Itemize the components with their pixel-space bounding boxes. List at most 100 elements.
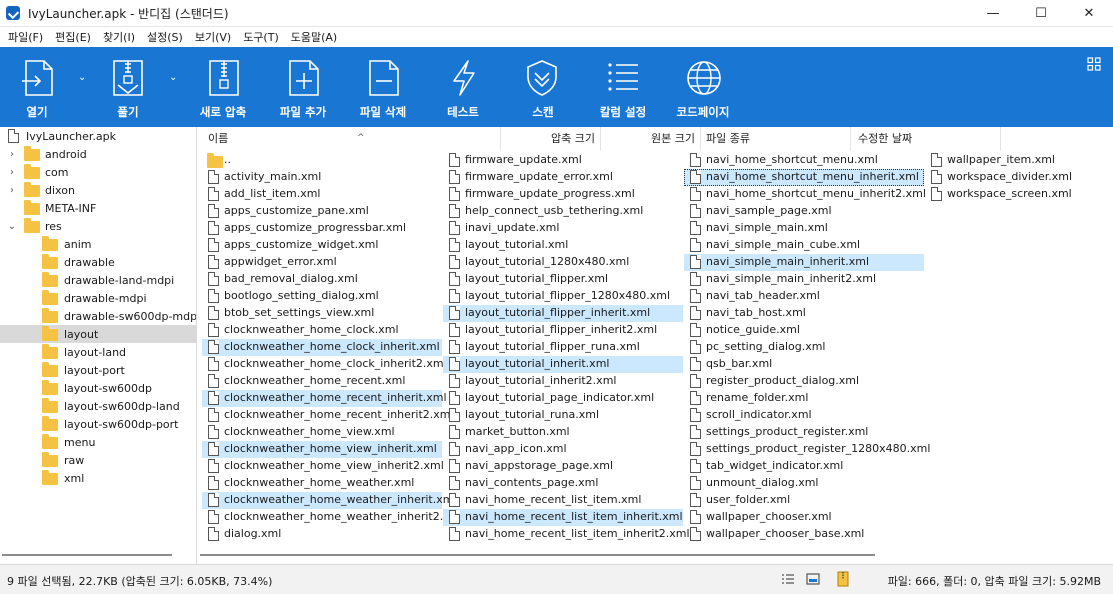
maximize-button[interactable]: ☐: [1017, 0, 1065, 27]
tree-horizontal-scrollbar[interactable]: [0, 546, 197, 564]
file-item[interactable]: navi_simple_main_inherit.xml: [684, 254, 924, 271]
file-item[interactable]: clocknweather_home_recent_inherit2.xml: [202, 407, 454, 424]
tree-item-xml[interactable]: xml: [0, 469, 196, 487]
scrollbar-thumb[interactable]: [200, 554, 875, 556]
menu-find[interactable]: 찾기(I): [97, 29, 141, 45]
tree-item-drawable-mdpi[interactable]: drawable-mdpi: [0, 289, 196, 307]
file-item[interactable]: layout_tutorial_flipper_1280x480.xml: [443, 288, 683, 305]
file-item[interactable]: navi_home_shortcut_menu_inherit2.xml: [684, 186, 926, 203]
file-item[interactable]: market_button.xml: [443, 424, 683, 441]
menu-settings[interactable]: 설정(S): [141, 29, 189, 45]
file-item[interactable]: navi_sample_page.xml: [684, 203, 924, 220]
menu-tools[interactable]: 도구(T): [237, 29, 285, 45]
file-item[interactable]: clocknweather_home_clock_inherit.xml: [202, 339, 442, 356]
file-item[interactable]: layout_tutorial_runa.xml: [443, 407, 683, 424]
file-item[interactable]: add_list_item.xml: [202, 186, 442, 203]
file-item[interactable]: firmware_update_progress.xml: [443, 186, 683, 203]
details-view-icon[interactable]: [781, 573, 795, 585]
file-item[interactable]: workspace_screen.xml: [925, 186, 1105, 203]
tree-item-layout-port[interactable]: layout-port: [0, 361, 196, 379]
file-item[interactable]: clocknweather_home_weather_inherit2.xml: [202, 509, 464, 526]
tree-item-layout-sw600dp-port[interactable]: layout-sw600dp-port: [0, 415, 196, 433]
tree-item-com[interactable]: › com: [0, 163, 196, 181]
file-item[interactable]: wallpaper_chooser.xml: [684, 509, 924, 526]
file-item[interactable]: scroll_indicator.xml: [684, 407, 924, 424]
tree-item-raw[interactable]: raw: [0, 451, 196, 469]
codepage-button[interactable]: 코드페이지: [672, 47, 736, 127]
file-item[interactable]: register_product_dialog.xml: [684, 373, 924, 390]
extract-dropdown-chevron-icon[interactable]: ⌄: [169, 72, 177, 83]
file-item[interactable]: navi_home_recent_list_item.xml: [443, 492, 683, 509]
parent-folder-item[interactable]: ..: [202, 152, 442, 169]
file-item[interactable]: layout_tutorial_inherit2.xml: [443, 373, 683, 390]
file-item[interactable]: navi_appstorage_page.xml: [443, 458, 683, 475]
tree-item-layout-sw600dp-land[interactable]: layout-sw600dp-land: [0, 397, 196, 415]
scan-button[interactable]: 스캔: [516, 47, 572, 127]
file-item[interactable]: tab_widget_indicator.xml: [684, 458, 924, 475]
file-item[interactable]: navi_simple_main.xml: [684, 220, 924, 237]
column-settings-button[interactable]: 칼럼 설정: [596, 47, 652, 127]
file-item[interactable]: apps_customize_pane.xml: [202, 203, 442, 220]
test-button[interactable]: 테스트: [436, 47, 492, 127]
open-dropdown-chevron-icon[interactable]: ⌄: [78, 72, 86, 83]
chevron-right-icon[interactable]: ›: [7, 149, 17, 160]
file-item[interactable]: navi_home_shortcut_menu_inherit.xml: [684, 169, 924, 186]
file-item[interactable]: layout_tutorial_flipper_inherit2.xml: [443, 322, 683, 339]
file-item[interactable]: navi_tab_header.xml: [684, 288, 924, 305]
delete-files-button[interactable]: 파일 삭제: [356, 47, 412, 127]
file-item[interactable]: notice_guide.xml: [684, 322, 924, 339]
file-item[interactable]: bad_removal_dialog.xml: [202, 271, 442, 288]
chevron-right-icon[interactable]: ›: [7, 167, 17, 178]
file-item[interactable]: workspace_divider.xml: [925, 169, 1105, 186]
chevron-right-icon[interactable]: ›: [7, 185, 17, 196]
file-item[interactable]: firmware_update_error.xml: [443, 169, 683, 186]
file-item[interactable]: wallpaper_item.xml: [925, 152, 1105, 169]
column-name[interactable]: 이름 ^: [208, 127, 501, 151]
tree-item-drawable-land-mdpi[interactable]: drawable-land-mdpi: [0, 271, 196, 289]
file-item[interactable]: pc_setting_dialog.xml: [684, 339, 924, 356]
tree-item-android[interactable]: › android: [0, 145, 196, 163]
file-list-horizontal-scrollbar[interactable]: [198, 546, 1113, 564]
file-item[interactable]: clocknweather_home_weather_inherit.xml: [202, 492, 457, 509]
file-item[interactable]: layout_tutorial_1280x480.xml: [443, 254, 683, 271]
add-files-button[interactable]: 파일 추가: [276, 47, 332, 127]
tree-item-layout-sw600dp[interactable]: layout-sw600dp: [0, 379, 196, 397]
file-item[interactable]: layout_tutorial_flipper.xml: [443, 271, 683, 288]
file-item[interactable]: clocknweather_home_clock.xml: [202, 322, 442, 339]
tree-item-meta-inf[interactable]: META-INF: [0, 199, 196, 217]
minimize-button[interactable]: —: [969, 0, 1017, 27]
file-item[interactable]: clocknweather_home_view.xml: [202, 424, 442, 441]
file-item[interactable]: clocknweather_home_view_inherit2.xml: [202, 458, 444, 475]
column-original-size[interactable]: 원본 크기: [601, 127, 701, 151]
preview-view-icon[interactable]: [806, 573, 820, 585]
column-file-type[interactable]: 파일 종류: [701, 127, 851, 151]
tree-item-anim[interactable]: anim: [0, 235, 196, 253]
file-item[interactable]: clocknweather_home_weather.xml: [202, 475, 442, 492]
tree-root[interactable]: IvyLauncher.apk: [0, 127, 196, 145]
file-item[interactable]: help_connect_usb_tethering.xml: [443, 203, 683, 220]
file-item[interactable]: apps_customize_widget.xml: [202, 237, 442, 254]
tree-item-layout-land[interactable]: layout-land: [0, 343, 196, 361]
file-item[interactable]: bootlogo_setting_dialog.xml: [202, 288, 442, 305]
tree-item-layout[interactable]: layout: [0, 325, 196, 343]
file-item[interactable]: navi_contents_page.xml: [443, 475, 683, 492]
file-item[interactable]: clocknweather_home_view_inherit.xml: [202, 441, 442, 458]
file-item[interactable]: apps_customize_progressbar.xml: [202, 220, 442, 237]
column-compressed-size[interactable]: 압축 크기: [501, 127, 601, 151]
new-archive-button[interactable]: 새로 압축: [196, 47, 252, 127]
file-item[interactable]: layout_tutorial_flipper_inherit.xml: [443, 305, 683, 322]
file-item[interactable]: navi_tab_host.xml: [684, 305, 924, 322]
file-item[interactable]: navi_simple_main_cube.xml: [684, 237, 924, 254]
file-item[interactable]: layout_tutorial_flipper_runa.xml: [443, 339, 683, 356]
layout-grid-icon[interactable]: [1087, 57, 1101, 71]
file-item[interactable]: wallpaper_chooser_base.xml: [684, 526, 924, 543]
column-modified-date[interactable]: 수정한 날짜: [851, 127, 1001, 151]
extract-button[interactable]: 풀기: [100, 47, 160, 127]
file-item[interactable]: unmount_dialog.xml: [684, 475, 924, 492]
file-item[interactable]: dialog.xml: [202, 526, 442, 543]
file-item[interactable]: navi_home_recent_list_item_inherit2.xml: [443, 526, 690, 543]
file-item[interactable]: rename_folder.xml: [684, 390, 924, 407]
menu-view[interactable]: 보기(V): [189, 29, 237, 45]
file-item[interactable]: firmware_update.xml: [443, 152, 683, 169]
file-item[interactable]: layout_tutorial_page_indicator.xml: [443, 390, 683, 407]
